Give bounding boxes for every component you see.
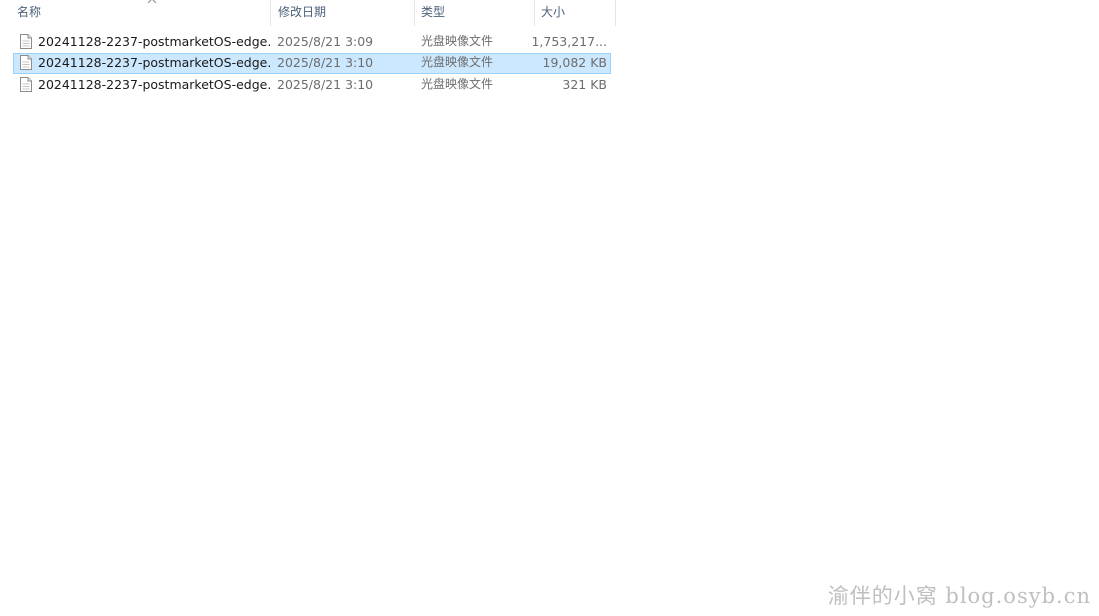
column-header-name-label: 名称 [17,5,42,19]
file-modified-date: 2025/8/21 3:10 [277,55,374,70]
file-modified-date: 2025/8/21 3:10 [277,77,374,92]
watermark: 渝伴的小窝 blog.osyb.cn [827,584,1091,608]
column-header-bar: 名称 修改日期 类型 大小 [0,0,616,26]
column-header-date[interactable]: 修改日期 [272,0,415,26]
file-size: 321 KB [562,77,607,92]
file-list-view: 名称 修改日期 类型 大小 20241128-2237-postmarketOS… [0,0,1099,616]
file-size: 1,753,217... [531,34,607,49]
disc-image-file-icon [20,77,32,92]
column-header-type-label: 类型 [421,5,446,19]
file-row-selected[interactable]: 20241128-2237-postmarketOS-edge... 2025/… [13,53,611,74]
file-name[interactable]: 20241128-2237-postmarketOS-edge... [38,32,270,51]
file-row[interactable]: 20241128-2237-postmarketOS-edge... 2025/… [13,32,611,53]
file-type: 光盘映像文件 [421,34,494,48]
column-divider[interactable] [615,0,616,26]
column-divider[interactable] [270,0,271,26]
column-header-type[interactable]: 类型 [415,0,535,26]
file-size: 19,082 KB [542,55,607,70]
sort-ascending-icon [147,0,157,4]
file-name[interactable]: 20241128-2237-postmarketOS-edge... [38,75,270,94]
column-header-date-label: 修改日期 [278,5,327,19]
column-header-size[interactable]: 大小 [535,0,616,26]
file-row[interactable]: 20241128-2237-postmarketOS-edge... 2025/… [13,75,611,96]
disc-image-file-icon [20,34,32,49]
column-header-size-label: 大小 [541,5,566,19]
file-type: 光盘映像文件 [421,55,494,69]
file-name[interactable]: 20241128-2237-postmarketOS-edge... [38,53,270,72]
file-type: 光盘映像文件 [421,77,494,91]
column-header-name[interactable]: 名称 [11,0,271,26]
disc-image-file-icon [20,55,32,70]
file-modified-date: 2025/8/21 3:09 [277,34,374,49]
